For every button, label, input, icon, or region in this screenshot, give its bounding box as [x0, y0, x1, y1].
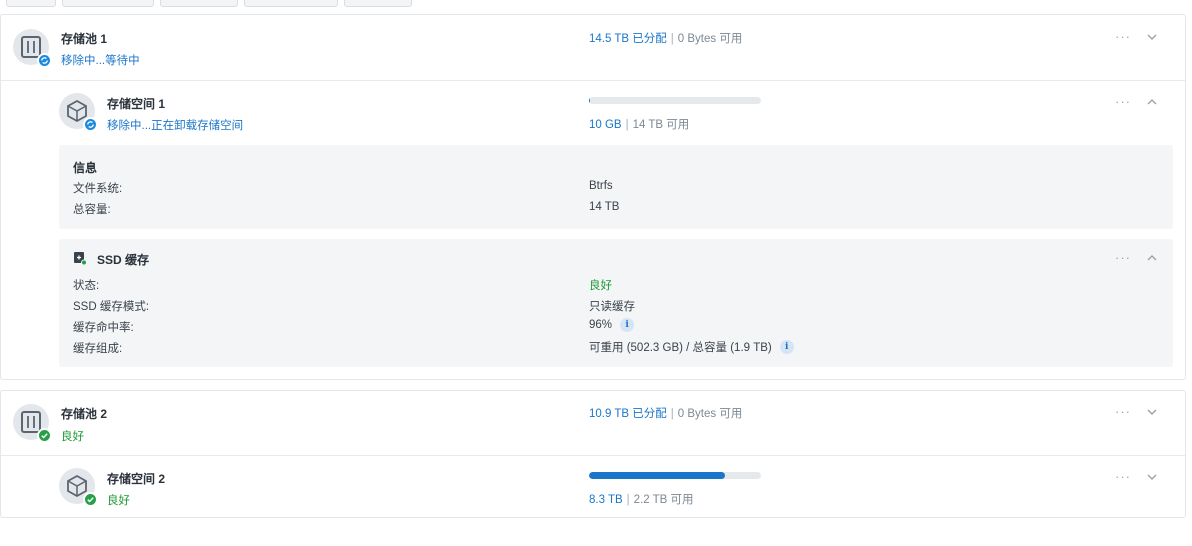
pool-name: 存储池 1: [61, 32, 108, 46]
separator: |: [670, 33, 674, 45]
storage-pool-2-row[interactable]: 存储池 2 良好 10.9 TB 已分配 | 0 Bytes 可用 ···: [1, 391, 1185, 455]
separator: |: [670, 408, 674, 420]
info-heading: 信息: [73, 161, 98, 175]
storage-pool-1-card: 存储池 1 移除中...等待中 14.5 TB 已分配 | 0 Bytes 可用 ·…: [0, 14, 1186, 380]
ssd-value: 只读缓存: [589, 298, 635, 314]
ssd-label: SSD 缓存模式:: [73, 301, 150, 313]
chevron-up-icon[interactable]: [1146, 96, 1158, 108]
info-icon[interactable]: i: [620, 318, 635, 332]
check-badge-icon: [37, 428, 52, 443]
ssd-label: 状态:: [73, 280, 100, 292]
pool-available: 0 Bytes 可用: [677, 408, 743, 420]
chevron-up-icon[interactable]: [1146, 252, 1158, 264]
chevron-down-icon[interactable]: [1146, 31, 1158, 43]
ssd-label: 缓存命中率:: [73, 322, 134, 334]
volume-usage: 10 GB | 14 TB 可用: [589, 116, 689, 132]
toolbar-button-2[interactable]: [62, 0, 154, 7]
ssd-cache-icon: [73, 251, 87, 266]
volume-usage-bar: [589, 97, 761, 104]
more-icon[interactable]: ···: [1115, 405, 1131, 420]
ssd-hit-rate-value: 96%: [589, 319, 613, 331]
pool-allocated: 14.5 TB 已分配: [589, 33, 667, 45]
ssd-mode-value: 只读缓存: [589, 301, 635, 313]
separator: |: [626, 494, 630, 506]
ssd-value: 96% i: [589, 318, 635, 332]
volume-available: 14 TB 可用: [632, 119, 690, 131]
pool-name: 存储池 2: [61, 407, 108, 421]
ssd-composition-value: 可重用 (502.3 GB) / 总容量 (1.9 TB): [589, 342, 772, 354]
chevron-down-icon[interactable]: [1146, 471, 1158, 483]
ssd-cache-heading: SSD 缓存: [97, 253, 150, 267]
storage-pool-1-row[interactable]: 存储池 1 移除中...等待中 14.5 TB 已分配 | 0 Bytes 可用 ·…: [1, 15, 1185, 81]
more-icon[interactable]: ···: [1115, 95, 1131, 110]
volume-status: 良好: [107, 495, 130, 507]
volume-name: 存储空间 2: [107, 472, 166, 486]
pool-available: 0 Bytes 可用: [677, 33, 743, 45]
volume-usage-fill: [589, 472, 725, 479]
pool-status: 良好: [61, 431, 84, 443]
chevron-down-icon[interactable]: [1146, 406, 1158, 418]
pool-status: 移除中...等待中: [61, 55, 140, 67]
ssd-value: 良好: [589, 277, 612, 293]
pool-icon: [13, 404, 52, 443]
pool-usage: 14.5 TB 已分配 | 0 Bytes 可用: [589, 30, 742, 46]
info-icon[interactable]: i: [779, 340, 794, 354]
volume-used: 8.3 TB: [589, 494, 623, 506]
info-panel: 信息 文件系统: Btrfs 总容量: 14 TB: [59, 145, 1173, 229]
info-label: 总容量:: [73, 204, 111, 216]
toolbar-button-5[interactable]: [344, 0, 412, 7]
more-icon[interactable]: ···: [1115, 251, 1131, 266]
pool-usage: 10.9 TB 已分配 | 0 Bytes 可用: [589, 405, 742, 421]
volume-1-row[interactable]: 存储空间 1 移除中...正在卸载存储空间 10 GB | 14 TB 可用 ···: [1, 81, 1185, 143]
total-capacity-value: 14 TB: [589, 201, 620, 213]
more-icon[interactable]: ···: [1115, 30, 1131, 45]
filesystem-value: Btrfs: [589, 180, 613, 192]
volume-name: 存储空间 1: [107, 97, 166, 111]
ssd-cache-panel: SSD 缓存 ··· 状态: 良好 SSD 缓存模式: 只读缓存 缓存命中率: …: [59, 239, 1173, 367]
toolbar-button-3[interactable]: [160, 0, 238, 7]
more-icon[interactable]: ···: [1115, 470, 1131, 485]
ssd-label: 缓存组成:: [73, 343, 123, 355]
separator: |: [625, 119, 629, 131]
info-value: Btrfs: [589, 180, 613, 192]
volume-icon: [59, 93, 98, 132]
sync-badge-icon: [37, 53, 52, 68]
volume-2-row[interactable]: 存储空间 2 良好 8.3 TB | 2.2 TB 可用 ···: [1, 456, 1185, 518]
volume-used: 10 GB: [589, 119, 622, 131]
toolbar-button-4[interactable]: [244, 0, 338, 7]
pool-icon: [13, 29, 52, 68]
sync-badge-icon: [83, 117, 98, 132]
volume-usage: 8.3 TB | 2.2 TB 可用: [589, 491, 694, 507]
ssd-value: 可重用 (502.3 GB) / 总容量 (1.9 TB) i: [589, 339, 794, 355]
check-badge-icon: [83, 492, 98, 507]
info-value: 14 TB: [589, 201, 619, 213]
volume-icon: [59, 468, 98, 507]
toolbar: [0, 0, 1192, 8]
volume-usage-bar: [589, 472, 761, 479]
pool-allocated: 10.9 TB 已分配: [589, 408, 667, 420]
storage-pool-2-card: 存储池 2 良好 10.9 TB 已分配 | 0 Bytes 可用 ··· 存储空间…: [0, 390, 1186, 518]
info-label: 文件系统:: [73, 183, 123, 195]
ssd-status-value: 良好: [589, 280, 612, 292]
toolbar-button-1[interactable]: [6, 0, 56, 7]
volume-status: 移除中...正在卸载存储空间: [107, 120, 244, 132]
volume-available: 2.2 TB 可用: [633, 494, 694, 506]
